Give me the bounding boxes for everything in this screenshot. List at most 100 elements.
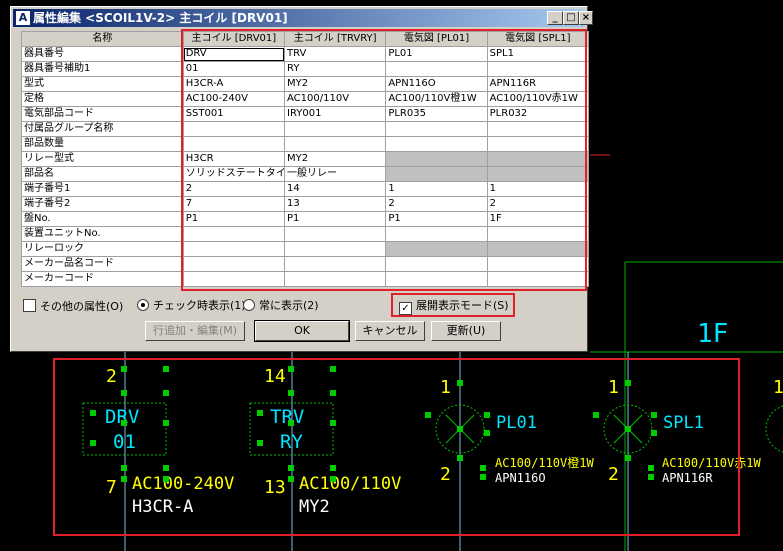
- show-on-check-option[interactable]: チェック時表示(1): [137, 299, 246, 313]
- grid-cell[interactable]: AC100-240V: [182, 91, 286, 107]
- grid-cell[interactable]: 14: [284, 181, 387, 197]
- add-edit-row-button[interactable]: 行追加・編集(M): [145, 321, 245, 341]
- grid-cell[interactable]: 7: [182, 196, 286, 212]
- grid-cell[interactable]: SST001: [182, 106, 286, 122]
- grid-cell[interactable]: ソリッドステートタイマ: [182, 166, 286, 182]
- component-spl1[interactable]: SPL1 1 2 AC100/110V赤1W APN116R: [593, 377, 761, 485]
- grid-cell[interactable]: [284, 226, 387, 242]
- grid-cell[interactable]: PLR035: [385, 106, 488, 122]
- row-label[interactable]: リレー型式: [21, 151, 184, 167]
- grid-cell[interactable]: 2: [486, 196, 590, 212]
- attribute-grid[interactable]: 名称 主コイル [DRV01] 主コイル [TRVRY] 電気図 [PL01] …: [21, 31, 590, 287]
- component-pl01[interactable]: PL01 1 2 AC100/110V橙1W APN116O: [425, 377, 594, 485]
- minimize-button[interactable]: _: [547, 11, 563, 25]
- grid-cell[interactable]: [385, 121, 488, 137]
- other-attrs-option[interactable]: その他の属性(O): [23, 299, 123, 314]
- grid-cell[interactable]: [486, 241, 590, 257]
- row-label[interactable]: 定格: [21, 91, 184, 107]
- row-label[interactable]: メーカーコード: [21, 271, 184, 287]
- ok-button[interactable]: OK: [254, 320, 350, 342]
- row-label[interactable]: 型式: [21, 76, 184, 92]
- title-bar[interactable]: A 属性編集 <SCOIL1V-2> 主コイル [DRV01] _ □ ×: [13, 9, 593, 27]
- grid-cell[interactable]: [486, 61, 590, 77]
- grid-cell[interactable]: [486, 121, 590, 137]
- grid-cell[interactable]: H3CR: [182, 151, 286, 167]
- grid-cell[interactable]: [385, 241, 488, 257]
- grid-cell[interactable]: 01: [182, 61, 286, 77]
- cancel-button[interactable]: キャンセル: [355, 321, 425, 341]
- row-label[interactable]: 部品数量: [21, 136, 184, 152]
- row-label[interactable]: メーカー品名コード: [21, 256, 184, 272]
- grid-cell[interactable]: [182, 121, 286, 137]
- grid-cell[interactable]: [385, 151, 488, 167]
- grid-cell[interactable]: DRV: [182, 46, 286, 62]
- grid-cell[interactable]: [385, 136, 488, 152]
- update-button[interactable]: 更新(U): [431, 321, 501, 341]
- grid-cell[interactable]: [182, 271, 286, 287]
- grid-cell[interactable]: [182, 226, 286, 242]
- row-label[interactable]: 電気部品コード: [21, 106, 184, 122]
- grid-cell[interactable]: [486, 226, 590, 242]
- grid-cell[interactable]: 1: [385, 181, 488, 197]
- grid-cell[interactable]: [284, 136, 387, 152]
- grid-cell[interactable]: [486, 151, 590, 167]
- row-label[interactable]: 端子番号1: [21, 181, 184, 197]
- row-label[interactable]: 装置ユニットNo.: [21, 226, 184, 242]
- grid-cell[interactable]: [284, 271, 387, 287]
- grid-cell[interactable]: [385, 166, 488, 182]
- grid-cell[interactable]: [486, 136, 590, 152]
- component-drv[interactable]: DRV 01 2 7 AC100-240V H3CR-A: [82, 366, 234, 517]
- grid-cell[interactable]: PL01: [385, 46, 488, 62]
- header-pl01[interactable]: 電気図 [PL01]: [385, 31, 488, 47]
- grid-cell[interactable]: 1F: [486, 211, 590, 227]
- show-on-check-radio[interactable]: [137, 299, 149, 311]
- always-show-radio[interactable]: [243, 299, 255, 311]
- grid-cell[interactable]: SPL1: [486, 46, 590, 62]
- row-label[interactable]: 付属品グループ名称: [21, 121, 184, 137]
- grid-cell[interactable]: 1: [486, 181, 590, 197]
- row-label[interactable]: 器具番号補助1: [21, 61, 184, 77]
- grid-cell[interactable]: [385, 256, 488, 272]
- grid-cell[interactable]: P1: [182, 211, 286, 227]
- grid-cell[interactable]: P1: [284, 211, 387, 227]
- grid-cell[interactable]: TRV: [284, 46, 387, 62]
- row-label[interactable]: 部品名: [21, 166, 184, 182]
- header-spl1[interactable]: 電気図 [SPL1]: [486, 31, 590, 47]
- row-label[interactable]: 盤No.: [21, 211, 184, 227]
- grid-cell[interactable]: [182, 136, 286, 152]
- grid-cell[interactable]: MY2: [284, 76, 387, 92]
- grid-cell[interactable]: 一般リレー: [284, 166, 387, 182]
- row-label[interactable]: 端子番号2: [21, 196, 184, 212]
- grid-cell[interactable]: [182, 256, 286, 272]
- grid-cell[interactable]: [385, 61, 488, 77]
- grid-cell[interactable]: RY: [284, 61, 387, 77]
- expand-mode-option[interactable]: ✓ 展開表示モード(S): [399, 299, 509, 315]
- component-trv[interactable]: TRV RY 14 13 AC100/110V MY2: [249, 366, 401, 517]
- grid-cell[interactable]: 2: [182, 181, 286, 197]
- grid-cell[interactable]: [284, 121, 387, 137]
- grid-cell[interactable]: 2: [385, 196, 488, 212]
- component-partial[interactable]: 1: [765, 377, 783, 453]
- header-name[interactable]: 名称: [21, 31, 184, 47]
- other-attrs-checkbox[interactable]: [23, 299, 36, 312]
- row-label[interactable]: リレーロック: [21, 241, 184, 257]
- grid-cell[interactable]: [284, 256, 387, 272]
- grid-cell[interactable]: APN116R: [486, 76, 590, 92]
- grid-cell[interactable]: APN116O: [385, 76, 488, 92]
- grid-cell[interactable]: [385, 226, 488, 242]
- grid-cell[interactable]: [486, 256, 590, 272]
- grid-cell[interactable]: IRY001: [284, 106, 387, 122]
- always-show-option[interactable]: 常に表示(2): [243, 299, 319, 313]
- grid-cell[interactable]: MY2: [284, 151, 387, 167]
- grid-cell[interactable]: H3CR-A: [182, 76, 286, 92]
- grid-cell[interactable]: [284, 241, 387, 257]
- close-button[interactable]: ×: [579, 11, 593, 25]
- grid-cell[interactable]: AC100/110V橙1W: [385, 91, 488, 107]
- grid-cell[interactable]: PLR032: [486, 106, 590, 122]
- grid-cell[interactable]: AC100/110V: [284, 91, 387, 107]
- grid-cell[interactable]: P1: [385, 211, 488, 227]
- header-drv01[interactable]: 主コイル [DRV01]: [182, 31, 286, 47]
- grid-cell[interactable]: [182, 241, 286, 257]
- header-trvry[interactable]: 主コイル [TRVRY]: [284, 31, 387, 47]
- grid-cell[interactable]: [486, 166, 590, 182]
